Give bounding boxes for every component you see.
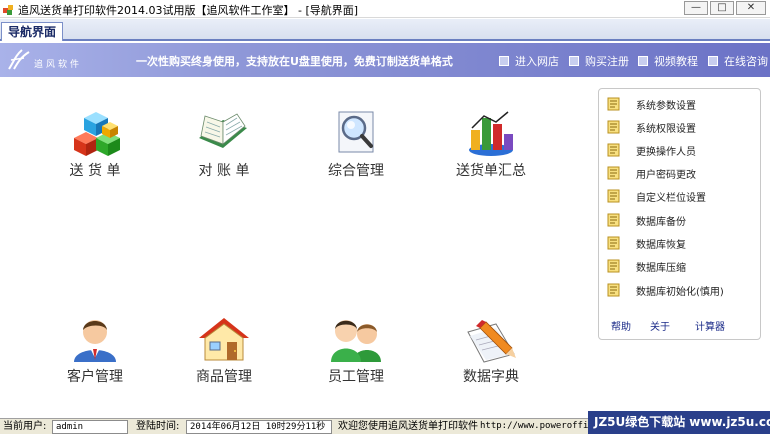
module-customer-management[interactable]: 客户管理 [40, 314, 150, 404]
module-general-management[interactable]: 综合管理 [301, 108, 411, 198]
calculator-link[interactable]: 计算器 [695, 318, 725, 333]
module-data-dictionary[interactable]: 数据字典 [436, 314, 546, 404]
menu-item-custom-columns[interactable]: 自定义栏位设置 [607, 188, 706, 204]
menu-item-database-compress[interactable]: 数据库压缩 [607, 258, 686, 274]
people-icon [331, 320, 381, 362]
minimize-button[interactable]: — [684, 1, 708, 15]
module-label: 数据字典 [463, 369, 519, 385]
banner-link-video[interactable]: 视频教程 [638, 53, 698, 69]
menu-item-label: 自定义栏位设置 [636, 192, 706, 204]
menu-item-database-restore[interactable]: 数据库恢复 [607, 235, 686, 251]
menu-item-database-initialize[interactable]: 数据库初始化(慎用) [607, 282, 724, 298]
menu-item-system-parameters[interactable]: 系统参数设置 [607, 96, 696, 112]
brand-logo-icon [8, 49, 30, 70]
customer-person-icon [74, 320, 116, 362]
login-time-value: 2014年06月12日 10时29分11秒 [186, 420, 332, 434]
document-icon [607, 213, 620, 227]
menu-item-label: 用户密码更改 [636, 169, 696, 181]
document-icon [607, 236, 620, 250]
module-product-management[interactable]: 商品管理 [169, 314, 279, 404]
menu-item-label: 系统权限设置 [636, 123, 696, 135]
watermark-text: JZ5U绿色下载站 [594, 415, 686, 429]
help-link[interactable]: 帮助 [611, 318, 631, 333]
menu-item-label: 数据库备份 [636, 216, 686, 228]
module-label: 综合管理 [328, 163, 384, 179]
banner-link-consult[interactable]: 在线咨询 [708, 53, 768, 69]
title-bar: 追风送货单打印软件2014.03试用版【追风软件工作室】 - [导航界面] — … [0, 0, 770, 18]
current-user-label: 当前用户: [3, 421, 47, 432]
menu-item-label: 数据库恢复 [636, 239, 686, 251]
banner-link-label: 购买注册 [585, 55, 629, 68]
window-title: 追风送货单打印软件2014.03试用版【追风软件工作室】 - [导航界面] [18, 4, 359, 17]
banner-company-name: 追风软件 [34, 60, 83, 70]
module-label: 客户管理 [67, 369, 123, 385]
menu-item-label: 数据库压缩 [636, 262, 686, 274]
document-icon [607, 120, 620, 134]
banner-link-shop[interactable]: 进入网店 [499, 53, 559, 69]
module-delivery-note[interactable]: 送 货 单 [40, 108, 150, 198]
menu-item-label: 数据库初始化(慎用) [636, 286, 724, 298]
module-label: 送货单汇总 [456, 163, 526, 179]
module-label: 员工管理 [328, 369, 384, 385]
module-employee-management[interactable]: 员工管理 [301, 314, 411, 404]
document-icon [607, 97, 620, 111]
module-label: 对 账 单 [198, 163, 250, 179]
welcome-message: 欢迎您使用追风送货单打印软件 [338, 421, 478, 432]
banner-link-label: 视频教程 [654, 55, 698, 68]
tab-navigation[interactable]: 导航界面 [1, 22, 64, 41]
module-label: 商品管理 [196, 369, 252, 385]
checkbox-icon [638, 56, 648, 66]
checkbox-icon [499, 56, 509, 66]
module-statement[interactable]: 对 账 单 [169, 108, 279, 198]
banner-link-register[interactable]: 购买注册 [569, 53, 629, 69]
banner-slogan: 一次性购买终身使用，支持放在U盘里使用，免费订制送货单格式 [136, 55, 453, 68]
tab-strip: 导航界面 [0, 19, 770, 41]
module-label: 送 货 单 [69, 163, 121, 179]
banner-link-label: 在线咨询 [724, 55, 768, 68]
house-icon [199, 318, 249, 361]
current-user-value: admin [52, 420, 128, 434]
banner-link-label: 进入网店 [515, 55, 559, 68]
pencil-notebook-icon [467, 320, 516, 363]
bar-chart-icon [469, 111, 513, 156]
menu-item-label: 更换操作人员 [636, 146, 696, 158]
document-icon [607, 189, 620, 203]
login-time-label: 登陆时间: [136, 421, 180, 432]
watermark: JZ5U绿色下载站www.jz5u.com [588, 411, 770, 434]
maximize-button[interactable]: □ [710, 1, 734, 15]
menu-item-label: 系统参数设置 [636, 100, 696, 112]
magnifier-icon [338, 111, 374, 153]
open-book-icon [199, 113, 247, 148]
menu-item-database-backup[interactable]: 数据库备份 [607, 212, 686, 228]
document-icon [607, 259, 620, 273]
module-delivery-summary[interactable]: 送货单汇总 [436, 108, 546, 198]
banner: 追风软件 一次性购买终身使用，支持放在U盘里使用，免费订制送货单格式 进入网店 … [0, 43, 770, 77]
cubes-icon [74, 112, 120, 156]
app-icon [3, 5, 13, 15]
checkbox-icon [569, 56, 579, 66]
watermark-url: www.jz5u.com [689, 415, 770, 429]
checkbox-icon [708, 56, 718, 66]
settings-panel: 系统参数设置 系统权限设置 更换操作人员 用户密码更改 自定义栏位设置 数据库备… [598, 88, 761, 340]
website-url: http://www.poweroffice [480, 421, 600, 431]
menu-item-system-permissions[interactable]: 系统权限设置 [607, 119, 696, 135]
document-icon [607, 166, 620, 180]
menu-item-change-password[interactable]: 用户密码更改 [607, 165, 696, 181]
document-icon [607, 283, 620, 297]
close-button[interactable]: ✕ [736, 1, 766, 15]
about-link[interactable]: 关于 [650, 318, 670, 333]
menu-item-change-operator[interactable]: 更换操作人员 [607, 142, 696, 158]
document-icon [607, 143, 620, 157]
